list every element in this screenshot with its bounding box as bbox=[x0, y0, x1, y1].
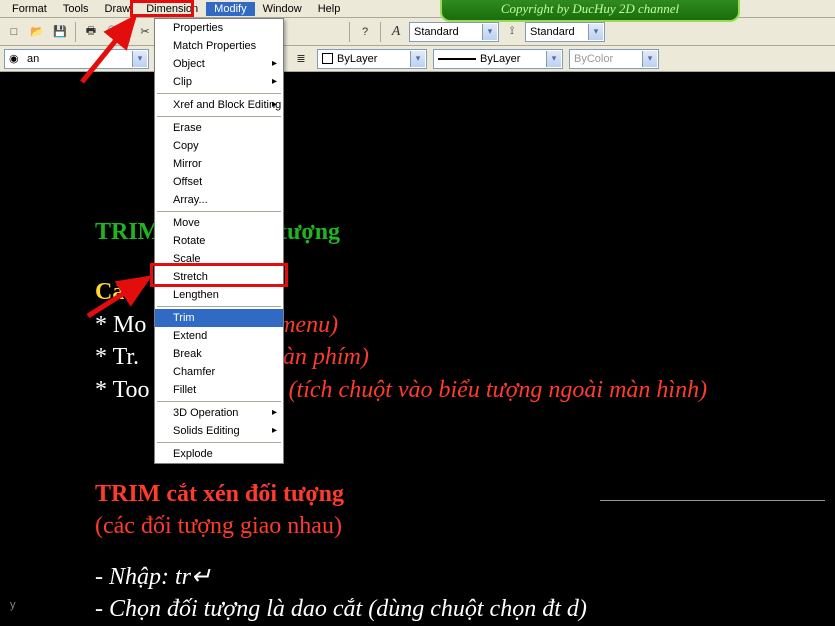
mi-properties[interactable]: Properties bbox=[155, 19, 283, 37]
linetype-value: ByLayer bbox=[480, 53, 520, 65]
lineweight-combo[interactable]: ByColor bbox=[569, 49, 659, 69]
title2-red: TRIM cắt xén đối tượng bbox=[95, 478, 587, 510]
new-icon[interactable]: □ bbox=[4, 22, 24, 42]
color-combo[interactable]: ByLayer bbox=[317, 49, 427, 69]
mi-scale[interactable]: Scale bbox=[155, 250, 283, 268]
step-2: - Chọn đối tượng là dao cắt (dùng chuột … bbox=[95, 593, 587, 625]
menu-window[interactable]: Window bbox=[255, 2, 310, 16]
menu-dimension[interactable]: Dimension bbox=[138, 2, 206, 16]
copyright-banner: Copyright by DucHuy 2D channel bbox=[440, 0, 740, 22]
separator bbox=[75, 22, 76, 42]
chevron-down-icon[interactable] bbox=[546, 51, 561, 67]
mi-erase[interactable]: Erase bbox=[155, 119, 283, 137]
menu-format[interactable]: Format bbox=[4, 2, 55, 16]
dimstyle-icon: ⟟ bbox=[502, 22, 522, 42]
mi-explode[interactable]: Explode bbox=[155, 445, 283, 463]
linetype-swatch-icon bbox=[438, 58, 476, 60]
chevron-down-icon[interactable] bbox=[132, 51, 147, 67]
menu-separator bbox=[157, 116, 281, 117]
cut-icon[interactable]: ✂ bbox=[135, 22, 155, 42]
step-1: - Nhập: tr↵ bbox=[95, 561, 587, 593]
open-icon[interactable]: 📂 bbox=[27, 22, 47, 42]
separator bbox=[129, 22, 130, 42]
separator bbox=[380, 22, 381, 42]
menu-separator bbox=[157, 442, 281, 443]
coordinate-y-mark: y bbox=[10, 599, 16, 611]
separator bbox=[349, 22, 350, 42]
layer-value: an bbox=[27, 53, 39, 65]
mi-match-properties[interactable]: Match Properties bbox=[155, 37, 283, 55]
dimstyle-combo[interactable]: Standard bbox=[525, 22, 605, 42]
color-value: ByLayer bbox=[337, 53, 377, 65]
textstyle-combo[interactable]: Standard bbox=[409, 22, 499, 42]
linetype-combo[interactable]: ByLayer bbox=[433, 49, 563, 69]
mi-stretch[interactable]: Stretch bbox=[155, 268, 283, 286]
textstyle-value: Standard bbox=[414, 26, 459, 38]
mi-mirror[interactable]: Mirror bbox=[155, 155, 283, 173]
mi-object[interactable]: Object bbox=[155, 55, 283, 73]
modify-dropdown: Properties Match Properties Object Clip … bbox=[154, 18, 284, 464]
title-trim: TRIM bbox=[95, 219, 160, 245]
mi-rotate[interactable]: Rotate bbox=[155, 232, 283, 250]
canvas-content-2: TRIM cắt xén đối tượng (các đối tượng gi… bbox=[95, 478, 587, 626]
mi-extend[interactable]: Extend bbox=[155, 327, 283, 345]
help-icon[interactable]: ? bbox=[355, 22, 375, 42]
toolbar-standard: □ 📂 💾 🖶 🔍 ✂ ⧉ 📋 ? A Standard ⟟ Standard bbox=[0, 18, 835, 46]
bullet-1-white: * Mo bbox=[95, 312, 146, 338]
menu-separator bbox=[157, 306, 281, 307]
layer-manager-icon[interactable]: ≣ bbox=[291, 49, 311, 69]
mi-break[interactable]: Break bbox=[155, 345, 283, 363]
mi-array[interactable]: Array... bbox=[155, 191, 283, 209]
mi-chamfer[interactable]: Chamfer bbox=[155, 363, 283, 381]
preview-icon[interactable]: 🔍 bbox=[104, 22, 124, 42]
title2-sub: (các đối tượng giao nhau) bbox=[95, 510, 587, 542]
layer-combo[interactable]: ◉ an bbox=[4, 49, 149, 69]
chevron-down-icon[interactable] bbox=[482, 24, 497, 40]
chevron-down-icon[interactable] bbox=[410, 51, 425, 67]
print-icon[interactable]: 🖶 bbox=[81, 22, 101, 42]
mi-3d-operation[interactable]: 3D Operation bbox=[155, 404, 283, 422]
mi-move[interactable]: Move bbox=[155, 214, 283, 232]
menu-tools[interactable]: Tools bbox=[55, 2, 97, 16]
menu-separator bbox=[157, 401, 281, 402]
divider-line bbox=[600, 500, 825, 501]
mi-fillet[interactable]: Fillet bbox=[155, 381, 283, 399]
save-icon[interactable]: 💾 bbox=[50, 22, 70, 42]
menu-separator bbox=[157, 93, 281, 94]
mi-clip[interactable]: Clip bbox=[155, 73, 283, 91]
mi-trim[interactable]: Trim bbox=[155, 309, 283, 327]
mi-solids-editing[interactable]: Solids Editing bbox=[155, 422, 283, 440]
menu-help[interactable]: Help bbox=[310, 2, 349, 16]
menu-modify[interactable]: Modify bbox=[206, 2, 254, 16]
mi-copy[interactable]: Copy bbox=[155, 137, 283, 155]
bullet-3-red: (tích chuột vào biểu tượng ngoài màn hìn… bbox=[289, 377, 708, 403]
dimstyle-value: Standard bbox=[530, 26, 575, 38]
chevron-down-icon[interactable] bbox=[588, 24, 603, 40]
chevron-down-icon[interactable] bbox=[642, 51, 657, 67]
bullet-3-white: * Too bbox=[95, 377, 150, 403]
mi-lengthen[interactable]: Lengthen bbox=[155, 286, 283, 304]
bullet-2-white: * Tr. bbox=[95, 344, 139, 370]
mi-xref-block-editing[interactable]: Xref and Block Editing bbox=[155, 96, 283, 114]
mi-offset[interactable]: Offset bbox=[155, 173, 283, 191]
menu-draw[interactable]: Draw bbox=[97, 2, 139, 16]
layer-icon: ◉ bbox=[9, 52, 23, 66]
textstyle-icon: A bbox=[386, 22, 406, 42]
color-swatch-icon bbox=[322, 53, 333, 64]
lineweight-value: ByColor bbox=[574, 53, 613, 65]
toolbar-properties: ◉ an ≣ ByLayer ByLayer ByColor bbox=[0, 46, 835, 72]
menu-separator bbox=[157, 211, 281, 212]
